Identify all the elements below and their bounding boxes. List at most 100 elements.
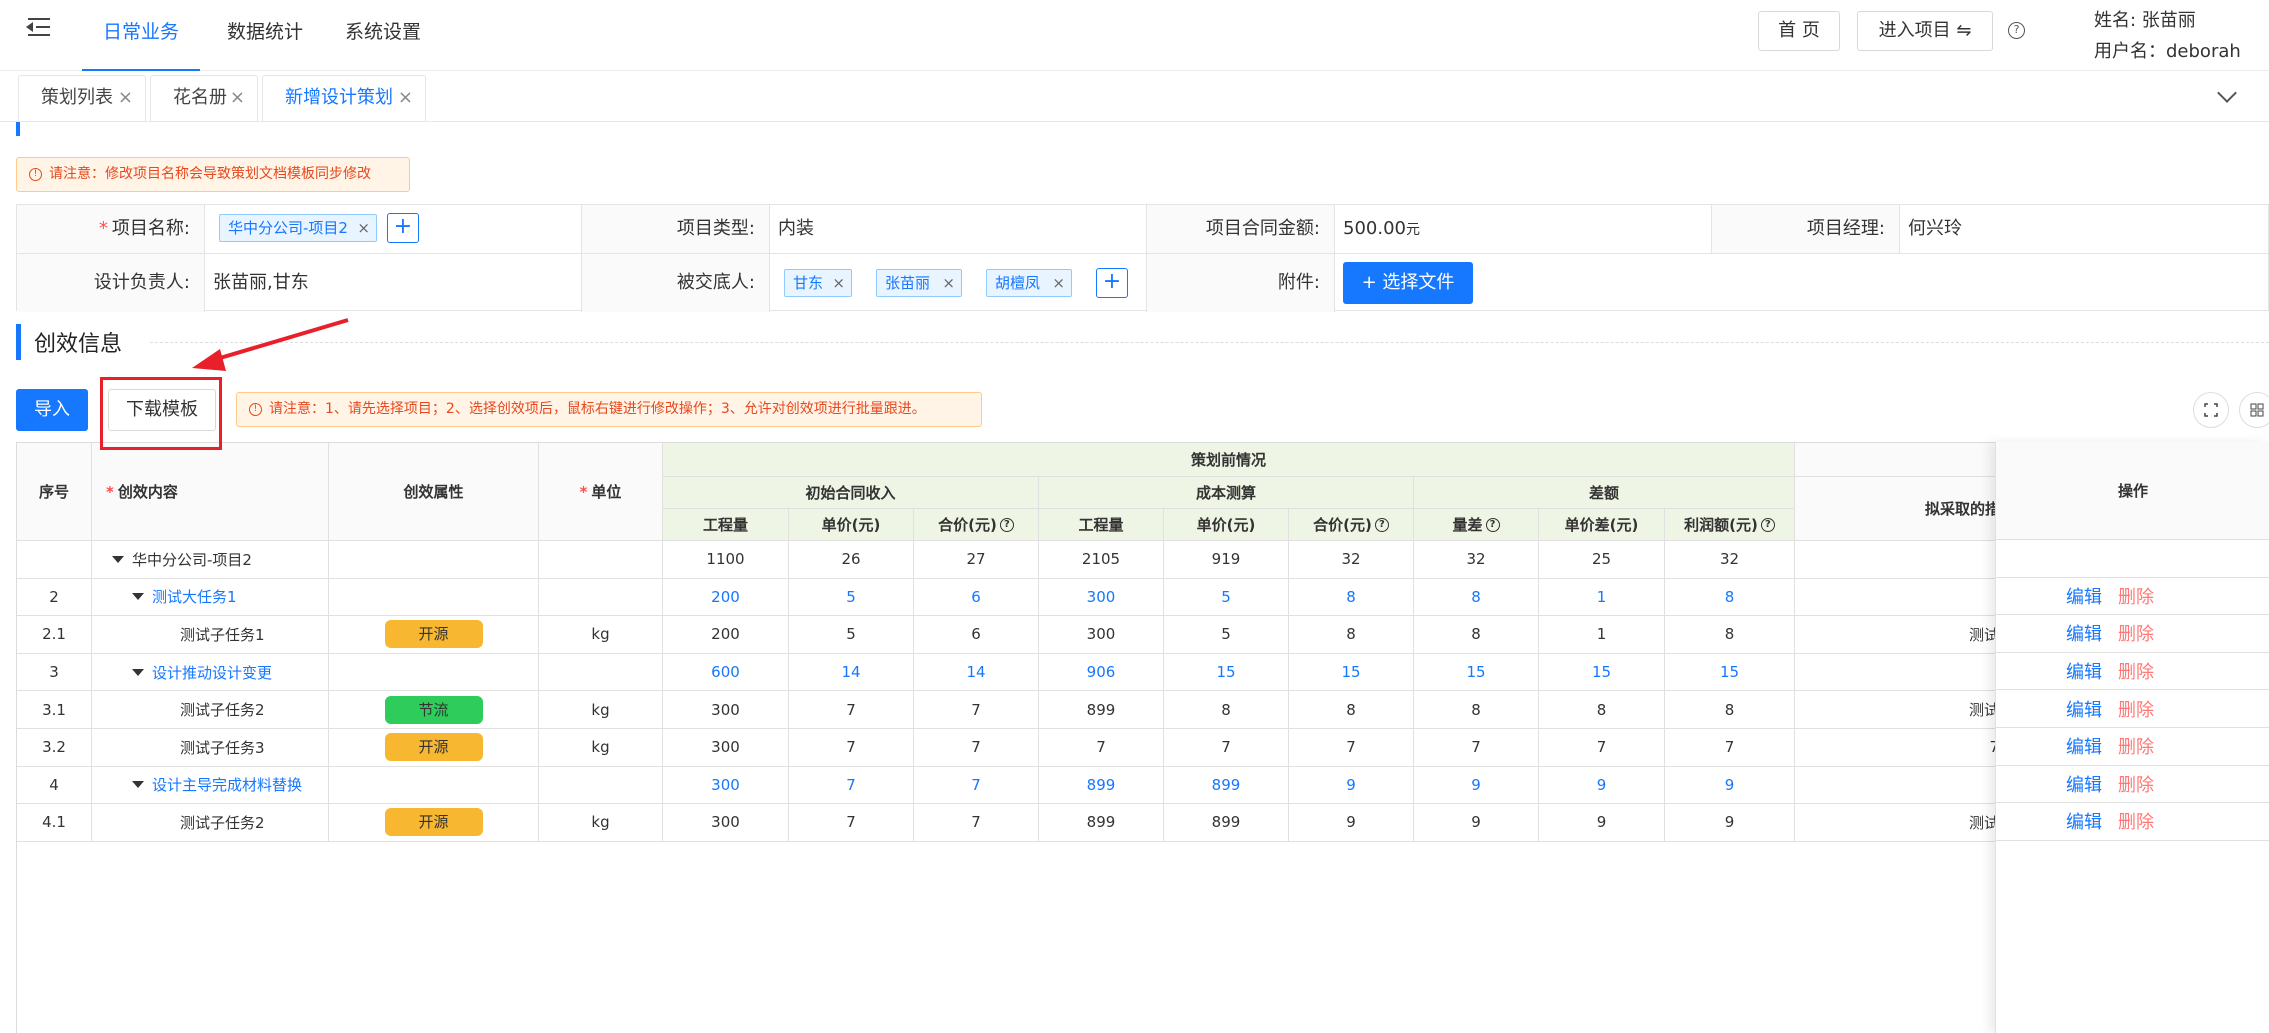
close-icon[interactable]: × — [357, 215, 370, 241]
menu-collapse-icon[interactable] — [24, 16, 52, 40]
help-icon[interactable]: ? — [999, 517, 1014, 532]
value-cell: 8 — [1289, 578, 1414, 617]
col-unit-price-diff: 单价差(元) — [1539, 509, 1665, 541]
col-qty: 工程量 — [663, 509, 789, 541]
attachment-field: + 选择文件 — [1335, 254, 2269, 312]
handover-tag[interactable]: 张苗丽 × — [876, 269, 962, 297]
handover-tag[interactable]: 甘东 × — [784, 269, 852, 297]
edit-button[interactable]: 编辑 — [2066, 733, 2102, 759]
help-icon[interactable]: ? — [1760, 517, 1775, 532]
value-cell: 8 — [1164, 691, 1289, 729]
value-cell: 15 — [1665, 653, 1795, 692]
highlight-box — [100, 377, 222, 450]
edit-button[interactable]: 编辑 — [2066, 696, 2102, 722]
operation-cell — [1996, 540, 2269, 578]
section-marker — [16, 122, 20, 136]
fullscreen-icon[interactable] — [2193, 392, 2229, 428]
attr-badge: 开源 — [384, 808, 483, 837]
operation-cell: 编辑 删除 — [1996, 577, 2269, 616]
value-cell: 14 — [914, 653, 1039, 692]
value-cell: 906 — [1039, 653, 1164, 692]
tab-new-design-plan[interactable]: 新增设计策划 × — [262, 75, 426, 121]
col-unit-price: 单价(元) — [789, 509, 914, 541]
close-icon[interactable]: × — [118, 76, 133, 120]
value-cell: 1 — [1539, 616, 1665, 654]
project-name-label: * 项目名称: — [17, 205, 205, 254]
help-icon[interactable]: ? — [2008, 22, 2025, 39]
column-settings-icon[interactable] — [2239, 392, 2269, 428]
edit-button[interactable]: 编辑 — [2066, 658, 2102, 684]
caret-down-icon[interactable] — [132, 593, 144, 601]
handover-tag[interactable]: 胡檀凤 × — [986, 269, 1072, 297]
delete-button[interactable]: 删除 — [2118, 658, 2154, 684]
delete-button[interactable]: 删除 — [2118, 808, 2154, 834]
help-icon[interactable]: ? — [1485, 517, 1500, 532]
delete-button[interactable]: 删除 — [2118, 583, 2154, 609]
edit-button[interactable]: 编辑 — [2066, 808, 2102, 834]
tab-roster[interactable]: 花名册 × — [150, 75, 258, 121]
value-cell: 899 — [1164, 766, 1289, 805]
col-cost-total: 合价(元)? — [1289, 509, 1414, 541]
col-attr: 创效属性 — [329, 443, 539, 541]
operation-cell: 编辑 删除 — [1996, 652, 2269, 691]
contract-amount-label: 项目合同金额: — [1147, 205, 1335, 254]
value-cell: 7 — [1539, 729, 1665, 767]
help-icon[interactable]: ? — [1374, 517, 1389, 532]
caret-down-icon[interactable] — [132, 668, 144, 676]
value-cell: 9 — [1289, 804, 1414, 842]
import-button[interactable]: 导入 — [16, 389, 88, 431]
nav-tab-settings[interactable]: 系统设置 — [330, 0, 436, 71]
attr-cell — [329, 578, 539, 617]
handover-field[interactable]: 甘东 × 张苗丽 × 胡檀凤 × + — [770, 254, 1147, 312]
contract-amount-value: 500.00元 — [1335, 205, 1712, 254]
attr-cell: 开源 — [329, 804, 539, 842]
edit-button[interactable]: 编辑 — [2066, 620, 2102, 646]
notice-text: 请注意：修改项目名称会导致策划文档模板同步修改 — [49, 166, 371, 182]
close-icon[interactable]: × — [398, 76, 413, 120]
caret-down-icon[interactable] — [112, 555, 124, 563]
tab-plan-list[interactable]: 策划列表 × — [18, 75, 146, 121]
value-cell: 899 — [1039, 766, 1164, 805]
unit-cell — [539, 578, 663, 617]
value-cell: 27 — [914, 541, 1039, 579]
content-text: 测试大任务1 — [152, 588, 237, 607]
add-project-button[interactable]: + — [387, 213, 419, 243]
value-cell: 200 — [663, 616, 789, 654]
project-name-field[interactable]: 华中分公司-项目2 × + — [205, 205, 582, 254]
delete-button[interactable]: 删除 — [2118, 733, 2154, 759]
value-cell: 300 — [1039, 616, 1164, 654]
section-marker — [16, 324, 21, 360]
nav-tab-daily-business[interactable]: 日常业务 — [82, 0, 200, 71]
value-cell: 7 — [1039, 729, 1164, 767]
seq-cell: 3.1 — [17, 691, 92, 729]
col-content: * 创效内容 — [92, 443, 329, 541]
home-button[interactable]: 首 页 — [1758, 11, 1840, 51]
value-cell: 899 — [1039, 691, 1164, 729]
nav-tab-statistics[interactable]: 数据统计 — [212, 0, 318, 71]
close-icon[interactable]: × — [942, 270, 955, 296]
design-lead-label: 设计负责人: — [17, 254, 205, 312]
close-icon[interactable]: × — [1052, 270, 1065, 296]
delete-button[interactable]: 删除 — [2118, 696, 2154, 722]
select-file-button[interactable]: + 选择文件 — [1343, 262, 1473, 304]
delete-button[interactable]: 删除 — [2118, 620, 2154, 646]
value-cell: 919 — [1164, 541, 1289, 579]
close-icon[interactable]: × — [230, 76, 245, 120]
close-icon[interactable]: × — [832, 270, 845, 296]
edit-button[interactable]: 编辑 — [2066, 771, 2102, 797]
edit-button[interactable]: 编辑 — [2066, 583, 2102, 609]
value-cell: 7 — [789, 804, 914, 842]
unit-cell: kg — [539, 691, 663, 729]
add-handover-button[interactable]: + — [1096, 268, 1128, 298]
chevron-down-icon[interactable] — [2217, 83, 2237, 103]
operation-cell: 编辑 删除 — [1996, 728, 2269, 766]
value-cell: 7 — [1414, 729, 1539, 767]
caret-down-icon[interactable] — [132, 781, 144, 789]
delete-button[interactable]: 删除 — [2118, 771, 2154, 797]
project-name-tag[interactable]: 华中分公司-项目2 × — [219, 214, 377, 242]
operation-cell: 编辑 删除 — [1996, 765, 2269, 804]
value-cell: 7 — [914, 804, 1039, 842]
tab-divider — [0, 121, 2269, 122]
annotation-arrow — [192, 318, 349, 371]
enter-project-button[interactable]: 进入项目 ⇋ — [1857, 11, 1993, 51]
